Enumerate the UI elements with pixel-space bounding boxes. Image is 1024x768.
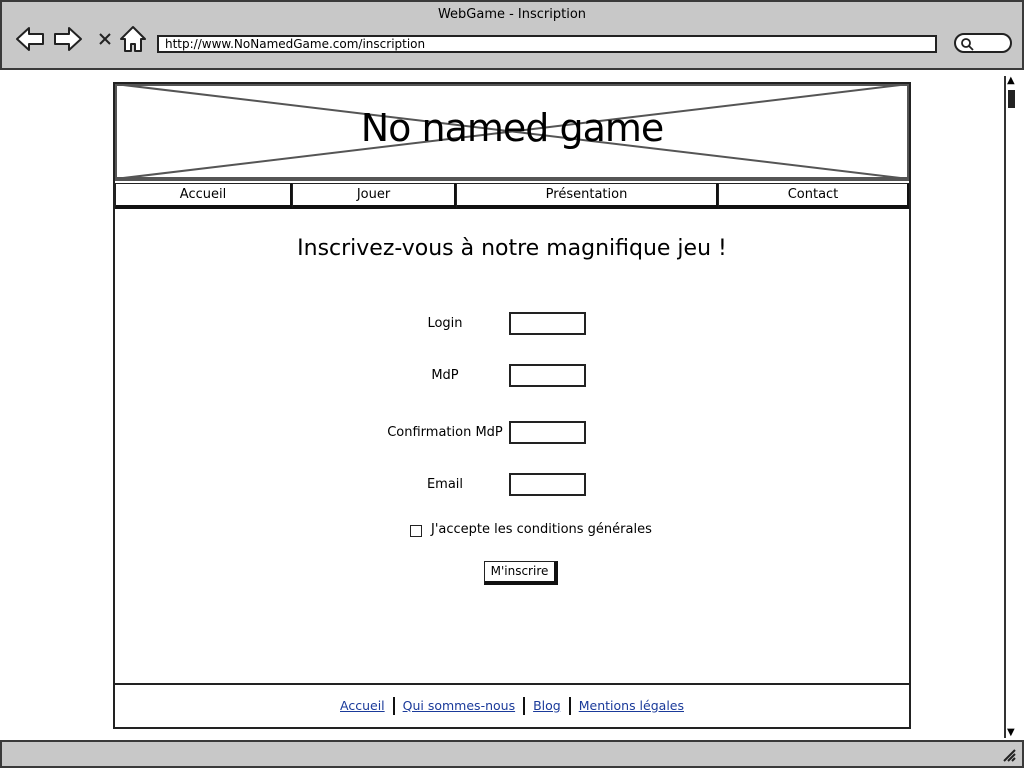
resize-grip-icon[interactable]: [1002, 748, 1016, 762]
register-button[interactable]: M'inscrire: [484, 561, 558, 585]
close-icon[interactable]: [90, 24, 114, 54]
scroll-up-icon[interactable]: ▲: [1007, 76, 1015, 86]
email-label: Email: [426, 477, 464, 492]
email-input[interactable]: [509, 473, 586, 496]
footer-separator: [523, 697, 526, 715]
main-nav: Accueil Jouer Présentation Contact: [115, 183, 909, 209]
tab-presentation[interactable]: Présentation: [456, 183, 718, 209]
vertical-scrollbar[interactable]: ▲ ▼: [1004, 76, 1018, 738]
login-input[interactable]: [509, 312, 586, 335]
terms-label: J'accepte les conditions générales: [431, 522, 652, 537]
address-bar[interactable]: http://www.NoNamedGame.com/inscription: [157, 35, 937, 53]
password-input[interactable]: [509, 364, 586, 387]
scroll-thumb[interactable]: [1008, 90, 1015, 108]
password-confirm-label: Confirmation MdP: [387, 425, 503, 440]
page-heading: Inscrivez-vous à notre magnifique jeu !: [297, 236, 727, 261]
search-icon: [961, 38, 974, 51]
browser-title-bar: WebGame - Inscription http://www.NoNamed…: [0, 0, 1024, 70]
footer-link-legal[interactable]: Mentions légales: [579, 698, 684, 713]
footer: Accueil Qui sommes-nous Blog Mentions légal…: [115, 683, 909, 727]
terms-checkbox[interactable]: [410, 525, 422, 537]
footer-link-blog[interactable]: Blog: [533, 698, 561, 713]
footer-link-about[interactable]: Qui sommes-nous: [403, 698, 515, 713]
search-field[interactable]: [954, 33, 1012, 53]
banner: No named game: [115, 84, 909, 181]
password-confirm-input[interactable]: [509, 421, 586, 444]
tab-accueil[interactable]: Accueil: [115, 183, 292, 209]
status-bar: [0, 740, 1024, 768]
back-arrow-icon[interactable]: [15, 24, 45, 54]
home-icon[interactable]: [118, 24, 148, 54]
footer-separator: [392, 697, 395, 715]
tab-jouer[interactable]: Jouer: [292, 183, 456, 209]
login-label: Login: [427, 316, 463, 331]
footer-separator: [568, 697, 571, 715]
tab-contact[interactable]: Contact: [718, 183, 909, 209]
forward-arrow-icon[interactable]: [53, 24, 83, 54]
password-label: MdP: [431, 368, 459, 383]
footer-link-accueil[interactable]: Accueil: [340, 698, 385, 713]
site-title: No named game: [360, 106, 665, 150]
page-content: No named game Accueil Jouer Présentation…: [113, 82, 911, 729]
scroll-down-icon[interactable]: ▼: [1007, 728, 1015, 738]
window-title: WebGame - Inscription: [437, 7, 587, 22]
footer-links: Accueil Qui sommes-nous Blog Mentions légal…: [115, 697, 909, 715]
